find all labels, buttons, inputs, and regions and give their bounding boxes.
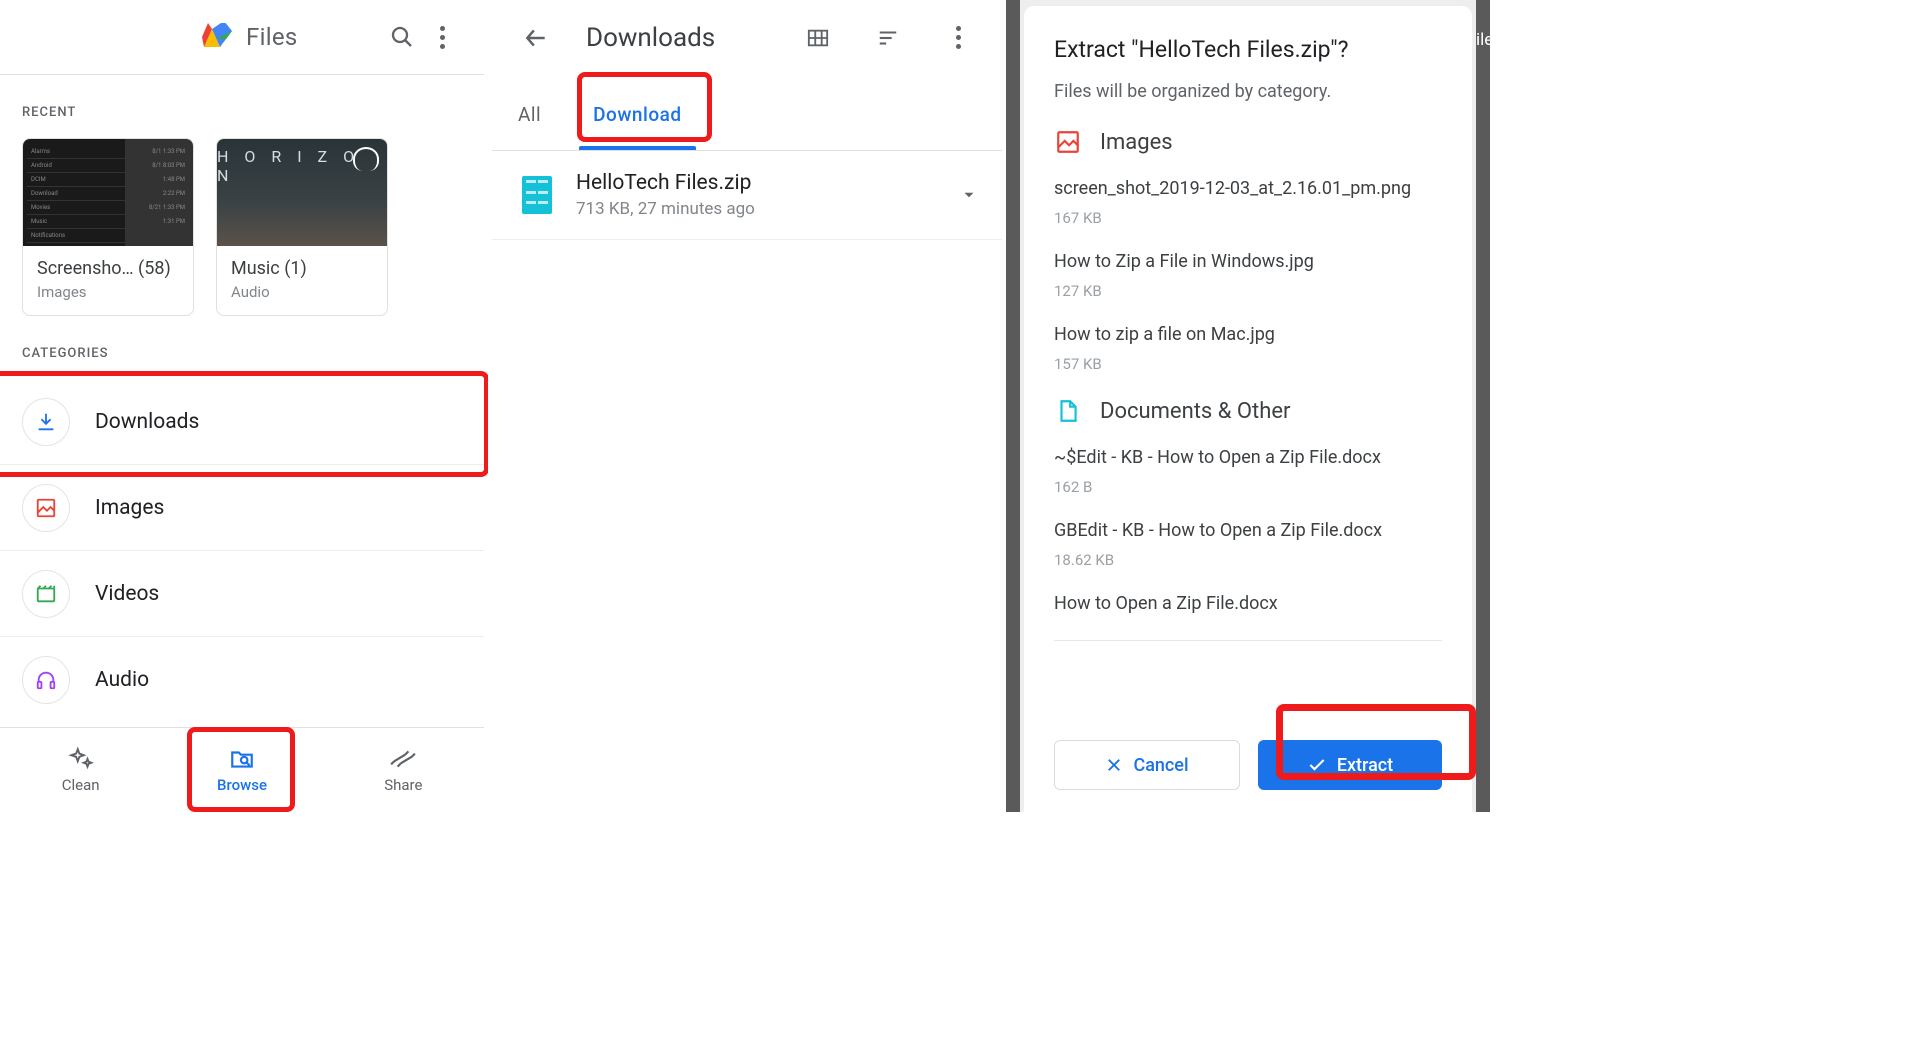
extract-file-item: How to Zip a File in Windows.jpg 127 KB [1054,251,1442,300]
extract-file-item: How to zip a file on Mac.jpg 157 KB [1054,324,1442,373]
nav-label: Share [384,776,422,794]
nav-share[interactable]: Share [323,728,484,812]
sheet-actions: Cancel Extract [1024,722,1472,812]
image-icon [1054,128,1082,156]
music-thumbnail: H O R I Z O N [217,139,387,246]
card-subtitle: Images [37,283,179,301]
section-label: Images [1100,130,1173,155]
audio-icon [22,656,70,704]
extract-file-item: ~$Edit - KB - How to Open a Zip File.doc… [1054,447,1442,496]
files-app-icon [202,23,234,51]
video-icon [22,570,70,618]
nav-label: Browse [217,776,267,794]
extract-file-item: screen_shot_2019-12-03_at_2.16.01_pm.png… [1054,178,1442,227]
file-meta: 713 KB, 27 minutes ago [576,199,936,219]
category-label: Images [95,496,164,520]
screenshots-thumbnail: Alarms8/1 1:33 PM Android8/1 8:03 PM DCI… [23,139,193,246]
sheet-title: Extract "HelloTech Files.zip"? [1054,36,1442,63]
more-icon[interactable] [422,17,462,57]
share-icon [390,746,416,772]
sheet-subtitle: Files will be organized by category. [1054,81,1442,102]
check-icon [1307,755,1327,775]
cancel-button[interactable]: Cancel [1054,740,1240,790]
app-bar: Downloads [492,0,1002,75]
section-documents-header: Documents & Other [1054,397,1442,425]
category-audio[interactable]: Audio [0,637,484,723]
categories-list: Downloads Images Videos Audio [0,379,484,723]
category-images[interactable]: Images [0,465,484,551]
close-icon [1105,756,1123,774]
app-title: Files [246,23,298,51]
recent-card-music[interactable]: H O R I Z O N Music (1) Audio [216,138,388,316]
grid-view-icon[interactable] [798,18,838,58]
files-app-home: Files RECENT Alarms8/1 1:33 PM Android8/… [0,0,488,812]
page-title: Downloads [586,23,715,53]
search-icon[interactable] [382,17,422,57]
downloads-screen: Downloads All Download HelloTech Files.z… [488,0,1002,812]
recent-section-label: RECENT [0,75,484,138]
category-label: Videos [95,582,159,606]
file-name: HelloTech Files.zip [576,171,936,195]
document-icon [1054,397,1082,425]
filter-tabs: All Download [492,75,1002,151]
card-subtitle: Audio [231,283,373,301]
bottom-nav: Clean Browse Share [0,727,484,812]
download-icon [22,398,70,446]
extract-dialog-screen: Extract "HelloTech Files.zip"? Files wil… [1002,0,1490,812]
file-row-zip[interactable]: HelloTech Files.zip 713 KB, 27 minutes a… [492,151,1002,240]
folder-search-icon [229,746,255,772]
section-label: Documents & Other [1100,399,1290,424]
category-videos[interactable]: Videos [0,551,484,637]
more-icon[interactable] [938,18,978,58]
chevron-down-icon[interactable] [960,186,978,204]
category-label: Audio [95,668,149,692]
card-title: Music (1) [231,258,373,279]
menu-icon[interactable] [22,17,62,57]
extract-file-item: How to Open a Zip File.docx [1054,593,1442,641]
back-icon[interactable] [516,18,556,58]
sort-icon[interactable] [868,18,908,58]
app-bar: Files [0,0,484,75]
extract-file-item: GBEdit - KB - How to Open a Zip File.doc… [1054,520,1442,569]
tab-all[interactable]: All [492,75,567,150]
extract-button[interactable]: Extract [1258,740,1442,790]
nav-clean[interactable]: Clean [0,728,161,812]
extract-sheet: Extract "HelloTech Files.zip"? Files wil… [1024,6,1472,812]
categories-section-label: CATEGORIES [0,316,484,379]
card-title: Screensho… (58) [37,258,179,279]
recent-cards: Alarms8/1 1:33 PM Android8/1 8:03 PM DCI… [0,138,484,316]
sparkle-icon [68,746,94,772]
category-downloads[interactable]: Downloads [0,379,484,465]
cropped-text: ile [1476,0,1493,50]
nav-browse[interactable]: Browse [161,728,322,812]
zip-icon [522,176,552,214]
nav-label: Clean [62,776,100,794]
app-logo: Files [202,23,298,51]
tab-download[interactable]: Download [567,75,707,150]
section-images-header: Images [1054,128,1442,156]
category-label: Downloads [95,410,199,434]
recent-card-screenshots[interactable]: Alarms8/1 1:33 PM Android8/1 8:03 PM DCI… [22,138,194,316]
image-icon [22,484,70,532]
